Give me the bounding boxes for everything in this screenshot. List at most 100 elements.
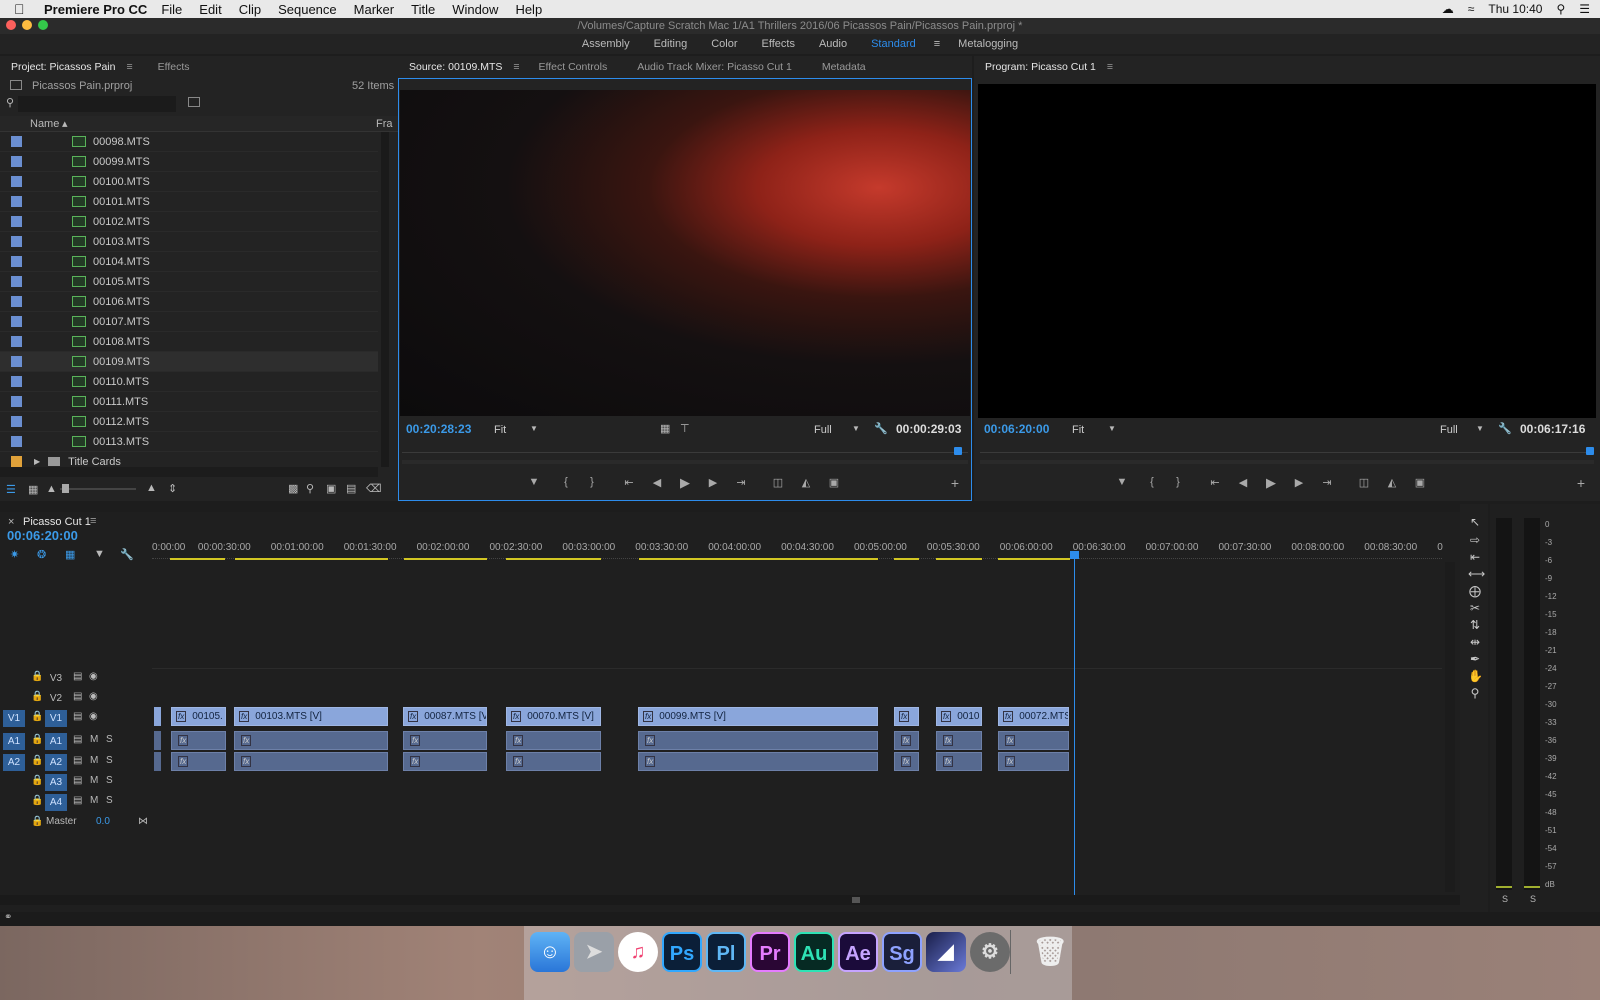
project-item[interactable]: 00107.MTS bbox=[0, 312, 378, 332]
creative-cloud-icon[interactable]: ☁ bbox=[1442, 2, 1454, 16]
program-settings-wrench-icon[interactable]: 🔧 bbox=[1498, 422, 1512, 435]
go-to-in-icon[interactable]: ⇤ bbox=[622, 476, 636, 489]
audio-clip-a1[interactable]: fx bbox=[171, 731, 226, 750]
media-encoder-icon[interactable]: ◢ bbox=[926, 932, 966, 972]
workspace-audio[interactable]: Audio bbox=[807, 38, 859, 50]
overwrite-icon[interactable]: ◭ bbox=[798, 476, 814, 489]
label-color-swatch[interactable] bbox=[11, 356, 22, 367]
zoom-slider-thumb[interactable] bbox=[62, 484, 69, 493]
after-effects-icon[interactable]: Ae bbox=[838, 932, 878, 972]
spotlight-icon[interactable]: ⚲ bbox=[1556, 2, 1565, 16]
label-color-swatch[interactable] bbox=[11, 196, 22, 207]
label-color-swatch[interactable] bbox=[11, 276, 22, 287]
source-quality-chevron-icon[interactable]: ▼ bbox=[852, 424, 860, 433]
clock[interactable]: Thu 10:40 bbox=[1488, 2, 1542, 16]
close-window-icon[interactable] bbox=[6, 20, 16, 30]
project-item[interactable]: 00106.MTS bbox=[0, 292, 378, 312]
audio-clip-a1[interactable]: fx bbox=[894, 731, 919, 750]
audition-icon[interactable]: Au bbox=[794, 932, 834, 972]
mark-in-icon[interactable]: { bbox=[560, 476, 572, 488]
tab-effects[interactable]: Effects bbox=[147, 56, 201, 78]
timeline-vscrollbar[interactable] bbox=[1445, 562, 1455, 892]
audio-clip-a2[interactable]: fx bbox=[638, 752, 878, 771]
label-color-swatch[interactable] bbox=[11, 156, 22, 167]
video-clip[interactable]: fx 0010 bbox=[936, 707, 982, 726]
program-quality-chevron-icon[interactable]: ▼ bbox=[1476, 424, 1484, 433]
video-clip[interactable]: fx 00099.MTS [V] bbox=[638, 707, 878, 726]
photoshop-icon[interactable]: Ps bbox=[662, 932, 702, 972]
audio-clip-a2[interactable]: fx bbox=[998, 752, 1069, 771]
zoom-slider[interactable] bbox=[60, 488, 136, 490]
program-play-icon[interactable]: ▶ bbox=[1264, 475, 1278, 491]
workspace-standard[interactable]: Standard bbox=[859, 38, 928, 50]
program-export-frame-icon[interactable]: ▣ bbox=[1412, 476, 1428, 489]
program-go-to-in-icon[interactable]: ⇤ bbox=[1208, 476, 1222, 489]
menu-marker[interactable]: Marker bbox=[354, 2, 394, 17]
col-name[interactable]: Name bbox=[30, 118, 59, 130]
source-timecode[interactable]: 00:20:28:23 bbox=[406, 422, 471, 436]
drag-video-icon[interactable]: ▦ bbox=[660, 422, 670, 435]
tab-project[interactable]: Project: Picassos Pain bbox=[0, 56, 126, 78]
add-marker-icon[interactable]: ▼ bbox=[528, 476, 540, 488]
video-clip[interactable]: fx 00105. bbox=[171, 707, 226, 726]
source-fit-chevron-icon[interactable]: ▼ bbox=[530, 424, 538, 433]
label-color-swatch[interactable] bbox=[11, 416, 22, 427]
video-clip[interactable]: fx 00103.MTS [V] bbox=[234, 707, 388, 726]
program-zoom-bar[interactable] bbox=[980, 460, 1594, 464]
menu-title[interactable]: Title bbox=[411, 2, 435, 17]
wifi-icon[interactable]: ≈ bbox=[1468, 2, 1475, 16]
menu-edit[interactable]: Edit bbox=[199, 2, 221, 17]
premiere-icon[interactable]: Pr bbox=[750, 932, 790, 972]
zoom-window-icon[interactable] bbox=[38, 20, 48, 30]
go-to-out-icon[interactable]: ⇥ bbox=[734, 476, 748, 489]
sync-icon[interactable]: ⚭ bbox=[4, 912, 12, 923]
audio-clip-a2[interactable]: fx bbox=[894, 752, 919, 771]
program-playhead[interactable] bbox=[1586, 447, 1594, 455]
audio-clip-a2[interactable]: fx bbox=[171, 752, 226, 771]
timeline-playhead[interactable] bbox=[1070, 551, 1079, 559]
label-color-swatch[interactable] bbox=[11, 456, 22, 467]
source-quality-select[interactable]: Full bbox=[814, 424, 832, 436]
sort-dropdown-icon[interactable]: ⇕ bbox=[168, 482, 177, 495]
audio-clip-a1[interactable]: fx bbox=[403, 731, 487, 750]
prelude-icon[interactable]: Pl bbox=[706, 932, 746, 972]
panel-menu-icon[interactable]: ≡ bbox=[126, 61, 132, 73]
menu-sequence[interactable]: Sequence bbox=[278, 2, 337, 17]
label-color-swatch[interactable] bbox=[11, 376, 22, 387]
system-preferences-icon[interactable]: ⚙ bbox=[970, 932, 1010, 972]
program-panel-menu-icon[interactable]: ≡ bbox=[1107, 61, 1113, 73]
tab-audio-track-mixer[interactable]: Audio Track Mixer: Picasso Cut 1 bbox=[626, 56, 803, 78]
workspace-editing[interactable]: Editing bbox=[642, 38, 700, 50]
expand-folder-icon[interactable]: ▶ bbox=[34, 457, 40, 466]
project-item[interactable]: 00103.MTS bbox=[0, 232, 378, 252]
audio-clip-a2[interactable]: fx bbox=[403, 752, 487, 771]
itunes-icon[interactable]: ♫ bbox=[618, 932, 658, 972]
program-step-back-icon[interactable]: ◀ bbox=[1236, 476, 1250, 489]
audio-clip-sliver[interactable] bbox=[154, 752, 161, 771]
rolling-edit-tool-icon[interactable]: ⟷ bbox=[1468, 567, 1485, 581]
program-add-marker-icon[interactable]: ▼ bbox=[1116, 476, 1128, 488]
tab-metadata[interactable]: Metadata bbox=[811, 56, 877, 78]
project-item[interactable]: 00098.MTS bbox=[0, 132, 378, 152]
ripple-edit-tool-icon[interactable]: ⇤ bbox=[1468, 550, 1482, 564]
label-color-swatch[interactable] bbox=[11, 256, 22, 267]
rate-stretch-tool-icon[interactable]: ⨁ bbox=[1468, 584, 1482, 598]
col-frame-rate[interactable]: Fra bbox=[376, 118, 393, 130]
project-item[interactable]: 00104.MTS bbox=[0, 252, 378, 272]
solo-right-button[interactable]: S bbox=[1530, 894, 1536, 904]
video-clip-sliver[interactable] bbox=[154, 707, 161, 726]
audio-clip-a1[interactable]: fx bbox=[998, 731, 1069, 750]
video-clip[interactable]: fx 00087.MTS [V bbox=[403, 707, 487, 726]
selection-tool-icon[interactable]: ↖ bbox=[1468, 515, 1482, 529]
notification-icon[interactable]: ☰ bbox=[1579, 2, 1590, 16]
program-fit-select[interactable]: Fit bbox=[1072, 424, 1084, 436]
project-hscrollbar[interactable] bbox=[0, 467, 378, 477]
project-item[interactable]: 00110.MTS bbox=[0, 372, 378, 392]
timeline-scroll-handle[interactable] bbox=[852, 897, 860, 903]
step-back-icon[interactable]: ◀ bbox=[650, 476, 664, 489]
project-item[interactable]: 00109.MTS bbox=[0, 352, 378, 372]
finder-icon[interactable]: ☺ bbox=[530, 932, 570, 972]
program-go-to-out-icon[interactable]: ⇥ bbox=[1320, 476, 1334, 489]
freeform-view-icon[interactable]: ▲ bbox=[46, 483, 57, 495]
workspace-effects[interactable]: Effects bbox=[750, 38, 807, 50]
